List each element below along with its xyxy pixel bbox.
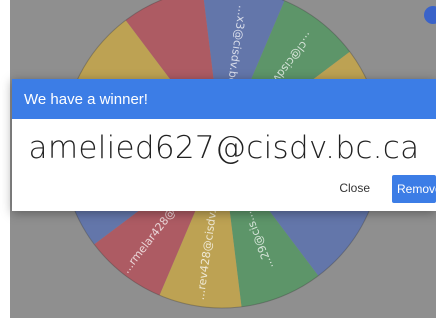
dialog-header: We have a winner!: [12, 79, 436, 119]
close-button[interactable]: Close: [331, 175, 378, 201]
dialog-title: We have a winner!: [24, 90, 148, 108]
app-stage: ...x3@cisdv.bc......cl@cisdv.bc.ca...n3@…: [0, 0, 436, 318]
dialog-body: amelied627@cisdv.bc.ca Close Remove: [12, 119, 436, 211]
remove-button[interactable]: Remove: [392, 175, 436, 203]
avatar-icon[interactable]: [424, 6, 436, 24]
winner-dialog: We have a winner! amelied627@cisdv.bc.ca…: [12, 79, 436, 211]
winner-name: amelied627@cisdv.bc.ca: [28, 130, 420, 166]
